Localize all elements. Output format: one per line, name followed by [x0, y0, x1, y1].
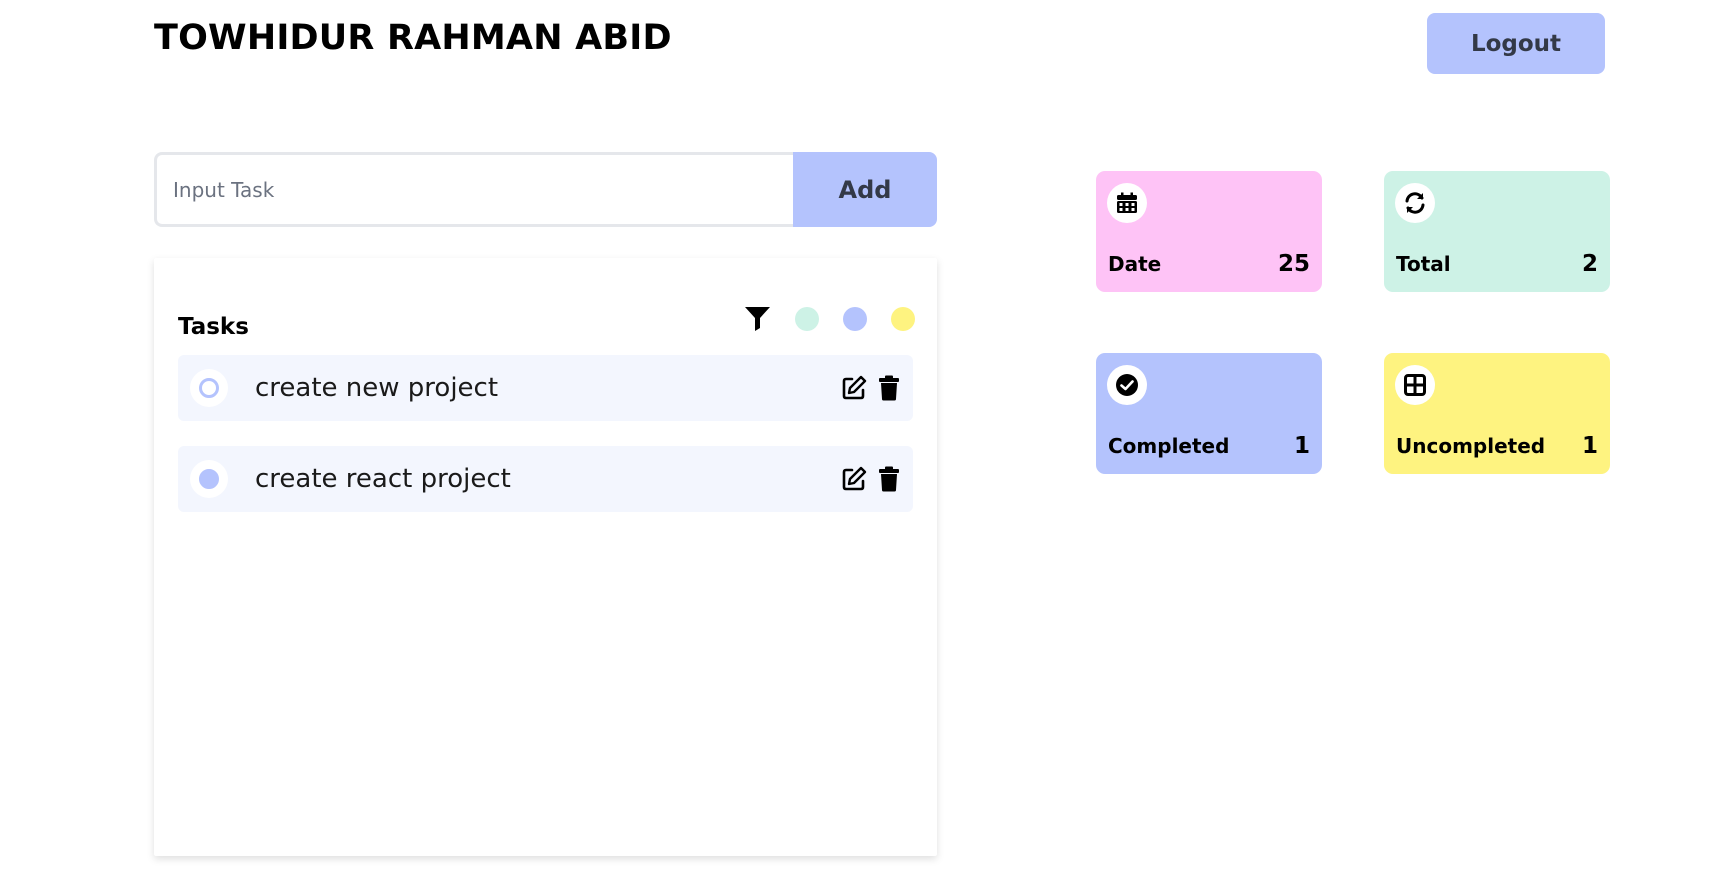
filter-icon[interactable]	[744, 306, 771, 331]
stat-card-uncompleted: Uncompleted 1	[1384, 353, 1610, 474]
stat-value: 1	[1293, 433, 1310, 459]
user-name: TOWHIDUR RAHMAN ABID	[154, 18, 672, 58]
filter-all-dot[interactable]	[795, 306, 819, 331]
calendar-icon	[1107, 183, 1147, 223]
task-list: create new project create react project	[178, 355, 913, 537]
refresh-icon	[1395, 183, 1435, 223]
stat-card-date: Date 25	[1096, 171, 1322, 292]
stat-label: Total	[1396, 252, 1451, 276]
add-task-button[interactable]: Add	[793, 152, 937, 227]
task-actions	[831, 466, 903, 492]
stat-value: 2	[1581, 251, 1598, 277]
task-item: create new project	[178, 355, 913, 421]
task-panel: Tasks create new project create react pr…	[154, 258, 937, 856]
filter-completed-dot[interactable]	[843, 306, 867, 331]
tasks-title: Tasks	[178, 314, 249, 340]
edit-icon[interactable]	[841, 375, 867, 401]
stat-value: 25	[1277, 251, 1310, 277]
task-toggle[interactable]	[190, 369, 228, 407]
stat-value: 1	[1581, 433, 1598, 459]
task-input[interactable]	[154, 152, 793, 227]
filter-row	[744, 306, 915, 331]
edit-icon[interactable]	[841, 466, 867, 492]
stat-label: Uncompleted	[1396, 434, 1546, 458]
stat-label: Date	[1108, 252, 1162, 276]
task-form: Add	[154, 152, 937, 227]
task-status-ring	[199, 469, 219, 489]
task-text: create react project	[255, 464, 511, 494]
check-circle-icon	[1107, 365, 1147, 405]
task-actions	[831, 375, 903, 401]
task-toggle[interactable]	[190, 460, 228, 498]
stat-card-total: Total 2	[1384, 171, 1610, 292]
logout-button[interactable]: Logout	[1427, 13, 1605, 74]
task-status-ring	[199, 378, 219, 398]
filter-uncompleted-dot[interactable]	[891, 306, 915, 331]
trash-icon[interactable]	[877, 466, 903, 492]
task-text: create new project	[255, 373, 499, 403]
task-item: create react project	[178, 446, 913, 512]
stat-label: Completed	[1108, 434, 1230, 458]
table-icon	[1395, 365, 1435, 405]
trash-icon[interactable]	[877, 375, 903, 401]
stat-card-completed: Completed 1	[1096, 353, 1322, 474]
